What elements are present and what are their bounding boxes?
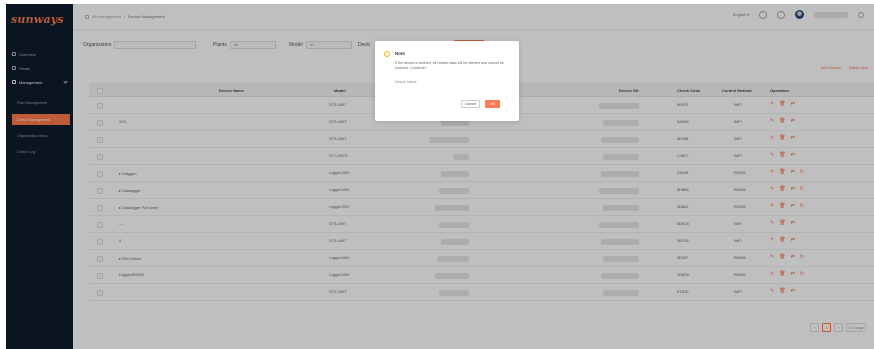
dialog-device-name: Device Name bbox=[395, 80, 417, 84]
dialog-title: Note bbox=[395, 51, 405, 56]
dialog-message: If the device is deleted, all related da… bbox=[395, 61, 504, 70]
cancel-button[interactable]: Cancel bbox=[461, 100, 480, 108]
warning-icon bbox=[384, 51, 390, 57]
app-window: sunways Overview Plants Management Plant… bbox=[6, 4, 874, 349]
delete-confirm-dialog: Note If the device is deleted, all relat… bbox=[375, 41, 519, 121]
ok-button[interactable]: OK bbox=[485, 100, 500, 108]
